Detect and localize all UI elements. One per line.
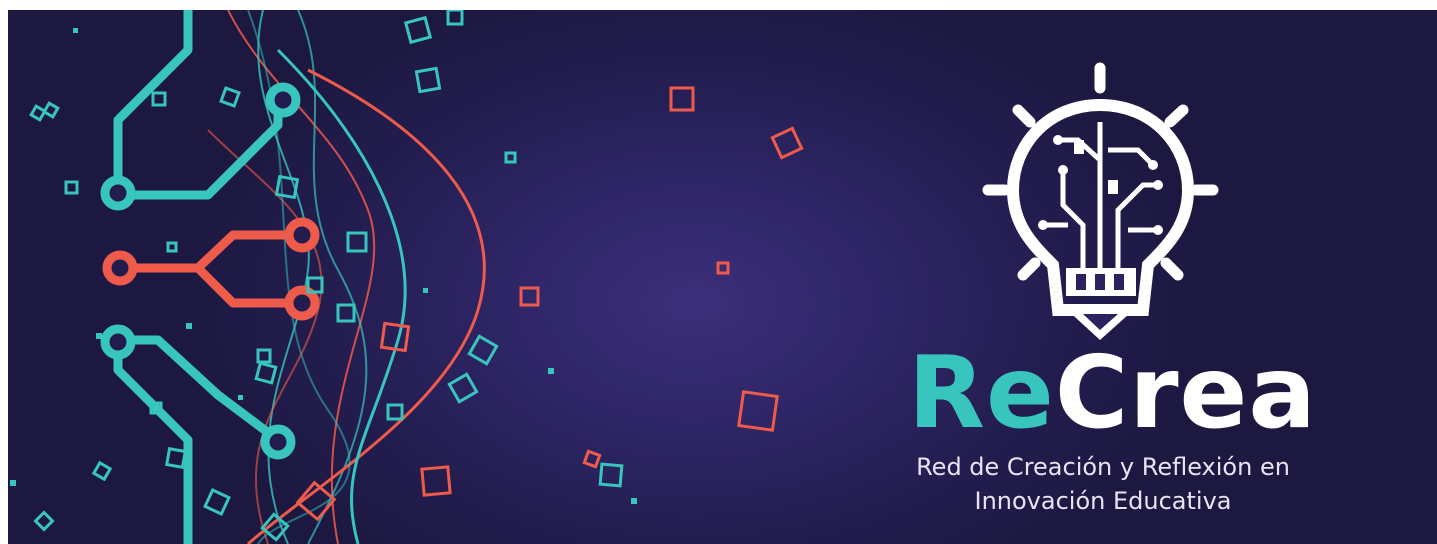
wordmark-crea: Crea	[1054, 334, 1317, 451]
teal-circuit	[113, 10, 283, 544]
brand-wordmark: ReCrea	[908, 338, 1316, 448]
wave-lines	[207, 10, 486, 544]
tagline-line-1: Red de Creación y Reflexión en	[916, 453, 1290, 481]
tagline: Red de Creación y Reflexión en Innovació…	[878, 450, 1328, 518]
tagline-line-2: Innovación Educativa	[974, 487, 1232, 515]
coral-circuit	[128, 230, 293, 308]
wordmark-re: Re	[908, 334, 1055, 451]
recrea-banner: ReCrea Red de Creación y Reflexión en In…	[8, 10, 1437, 544]
lightbulb-circuit-icon	[982, 62, 1219, 340]
